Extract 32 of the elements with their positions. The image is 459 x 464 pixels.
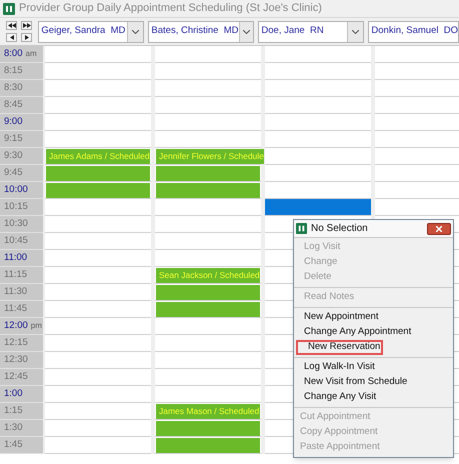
- time-label: 11:45: [4, 302, 28, 316]
- time-label: 8:45: [4, 98, 22, 112]
- time-label: 12:45: [4, 370, 28, 384]
- menu-title: No Selection: [311, 222, 369, 236]
- time-label: 11:15: [4, 268, 28, 282]
- time-label: 8:00: [4, 46, 22, 61]
- time-label: 1:00: [4, 386, 22, 401]
- time-label: 10:00: [4, 182, 28, 197]
- time-label: 1:15: [4, 404, 22, 418]
- time-label: 9:30: [4, 148, 22, 163]
- provider-name: Bates, Christine MD: [150, 24, 239, 38]
- time-label: 1:30: [4, 420, 22, 435]
- time-label: 9:45: [4, 166, 22, 180]
- time-label: 9:15: [4, 132, 22, 146]
- meridiem-label: pm: [30, 320, 42, 332]
- provider-name: Doe, Jane RN: [260, 24, 325, 38]
- time-label: 1:45: [4, 438, 22, 452]
- time-label: 10:15: [4, 200, 28, 214]
- time-label: 12:30: [4, 352, 28, 367]
- time-label: 8:30: [4, 80, 22, 95]
- meridiem-label: am: [26, 48, 37, 60]
- time-label: 9:00: [4, 114, 22, 129]
- time-label: 12:15: [4, 336, 28, 350]
- time-label: 8:15: [4, 64, 22, 78]
- time-label: 10:45: [4, 234, 28, 248]
- time-label: 11:30: [4, 284, 28, 299]
- provider-name: Donkin, Samuel DO: [370, 24, 458, 38]
- time-label: 12:00: [4, 318, 28, 333]
- time-label: 11:00: [4, 250, 28, 265]
- provider-name: Geiger, Sandra MD: [40, 24, 126, 38]
- time-label: 10:30: [4, 216, 28, 231]
- window-title: Provider Group Daily Appointment Scheduling (St Joe's Clinic): [19, 1, 322, 16]
